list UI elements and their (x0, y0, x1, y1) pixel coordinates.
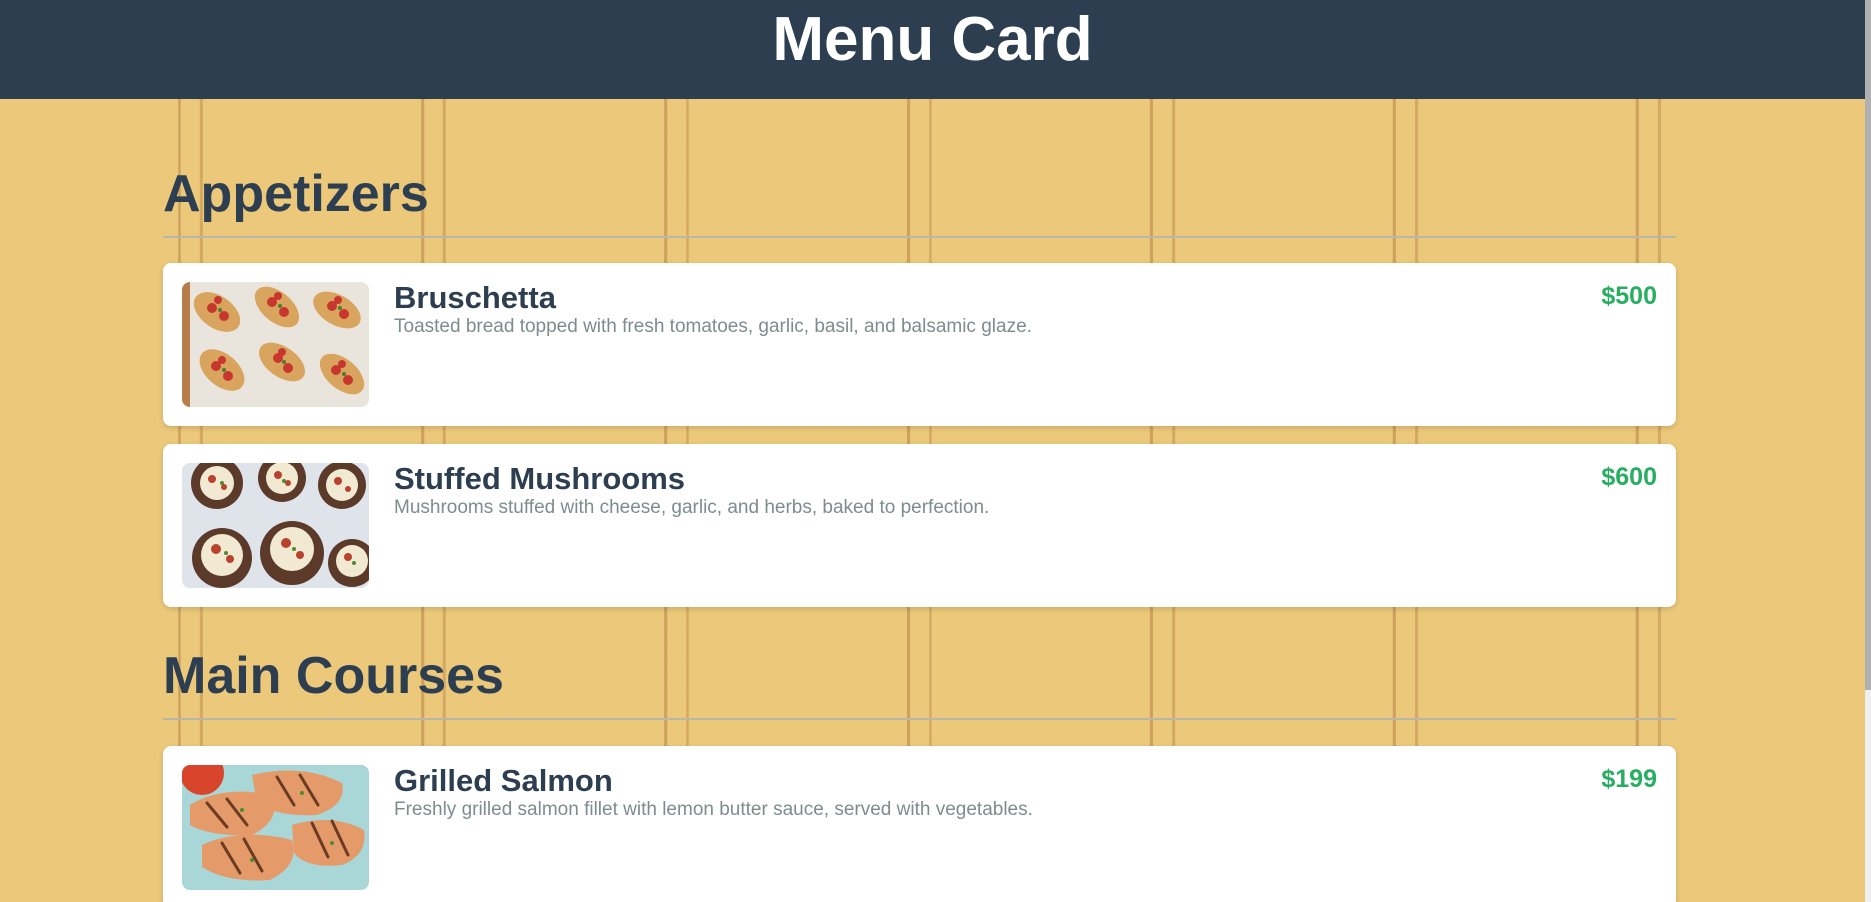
item-name: Bruschetta (394, 280, 556, 315)
grilled-salmon-image (182, 765, 369, 890)
item-description: Mushrooms stuffed with cheese, garlic, a… (394, 497, 990, 518)
menu-item-card-grilled-salmon[interactable]: Grilled Salmon Freshly grilled salmon fi… (163, 746, 1676, 902)
item-price: $199 (1601, 765, 1657, 793)
section-divider (163, 236, 1676, 238)
bruschetta-image (182, 282, 369, 407)
vertical-scrollbar[interactable] (1865, 0, 1871, 902)
item-price: $500 (1601, 282, 1657, 310)
item-description: Toasted bread topped with fresh tomatoes… (394, 316, 1032, 337)
item-name: Grilled Salmon (394, 763, 613, 798)
item-name: Stuffed Mushrooms (394, 461, 686, 496)
menu-item-card-bruschetta[interactable]: Bruschetta Toasted bread topped with fre… (163, 263, 1676, 426)
page-title: Menu Card (772, 5, 1093, 74)
menu-item-card-stuffed-mushrooms[interactable]: Stuffed Mushrooms Mushrooms stuffed with… (163, 444, 1676, 607)
item-price: $600 (1601, 463, 1657, 491)
section-title-appetizers: Appetizers (163, 165, 429, 223)
stuffed-mushrooms-image (182, 463, 369, 588)
scrollbar-thumb[interactable] (1865, 0, 1871, 690)
item-description: Freshly grilled salmon fillet with lemon… (394, 799, 1033, 820)
section-divider (163, 718, 1676, 720)
section-title-main-courses: Main Courses (163, 647, 504, 705)
page-header: Menu Card (0, 0, 1865, 99)
